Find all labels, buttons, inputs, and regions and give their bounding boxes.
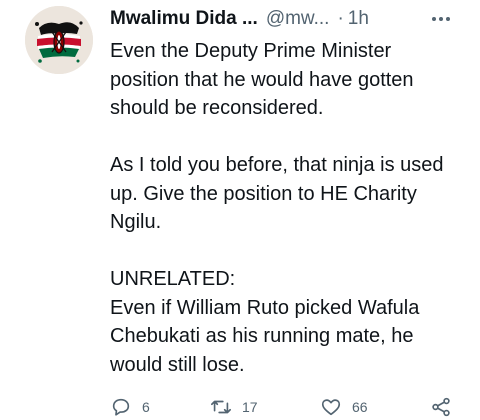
- tweet-paragraph: UNRELATED: Even if William Ruto picked W…: [110, 268, 420, 376]
- tweet-timestamp[interactable]: 1h: [348, 8, 369, 30]
- like-button[interactable]: 66: [320, 396, 368, 418]
- tweet-header: Mwalimu Dida ... @mw... · 1h: [110, 6, 460, 32]
- reply-button[interactable]: 6: [110, 396, 150, 418]
- tweet-paragraph: Even the Deputy Prime Minister position …: [110, 40, 414, 119]
- kenya-flag-splash-image: [25, 6, 93, 74]
- share-button[interactable]: [430, 396, 452, 418]
- reply-count: 6: [142, 399, 150, 415]
- reply-icon: [112, 398, 130, 416]
- heart-icon: [321, 399, 341, 416]
- retweet-icon: [211, 400, 231, 414]
- share-icon: [432, 397, 450, 417]
- like-count: 66: [352, 399, 368, 415]
- tweet-actions: 6 17 66: [110, 396, 460, 420]
- retweet-count: 17: [242, 399, 258, 415]
- tweet-paragraph: As I told you before, that ninja is used…: [110, 154, 444, 233]
- retweet-button[interactable]: 17: [210, 396, 258, 418]
- separator-dot: ·: [337, 8, 344, 29]
- more-options-icon[interactable]: [432, 15, 458, 23]
- avatar[interactable]: [25, 6, 93, 74]
- author-handle[interactable]: @mw...: [266, 8, 330, 30]
- author-name[interactable]: Mwalimu Dida ...: [110, 8, 258, 30]
- tweet-text: Even the Deputy Prime Minister position …: [110, 37, 465, 379]
